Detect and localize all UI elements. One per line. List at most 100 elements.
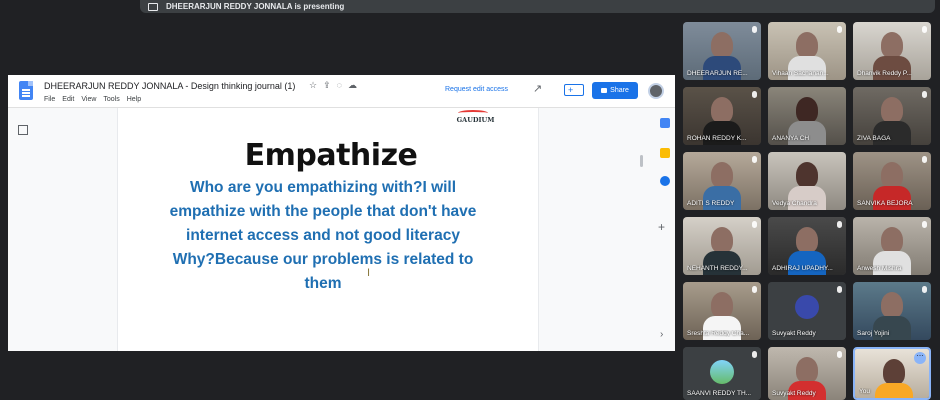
menu-edit[interactable]: Edit (62, 96, 74, 103)
mic-off-icon (922, 26, 927, 33)
text-cursor-icon: I (367, 267, 371, 279)
participant-tile[interactable]: ADHIRAJ UPADHY... (768, 217, 846, 275)
outline-icon[interactable] (18, 125, 28, 135)
participant-figure (711, 292, 733, 318)
mic-off-icon (922, 156, 927, 163)
participant-figure (881, 292, 903, 318)
more-options-icon[interactable]: ⋯ (914, 352, 926, 364)
present-screen-icon (148, 2, 158, 11)
mic-off-icon (837, 351, 842, 358)
participant-tile[interactable]: Anwesh Mishra (853, 217, 931, 275)
participant-tile[interactable]: Suvyakt Reddy (768, 347, 846, 400)
participant-figure (796, 32, 818, 58)
participant-name: SAANVI REDDY TH... (687, 390, 752, 397)
participant-figure (711, 227, 733, 253)
participant-name: SANVIKA BEJORA (857, 200, 913, 207)
participant-tile[interactable]: SAANVI REDDY TH... (683, 347, 761, 400)
participant-name: ADHIRAJ UPADHY... (772, 265, 833, 272)
participant-name: ZIVA BAGA (857, 135, 891, 142)
participant-tile[interactable]: ADITI S REDDY (683, 152, 761, 210)
activity-trend-icon[interactable]: ↗ (533, 82, 542, 95)
participant-name: ADITI S REDDY (687, 200, 735, 207)
participant-tile[interactable]: ZIVA BAGA (853, 87, 931, 145)
participant-name: Saroj Yojini (857, 330, 890, 337)
participant-name: DHEERARJUN RE... (687, 70, 748, 77)
participant-tile[interactable]: Vihaan Sachanan... (768, 22, 846, 80)
add-comment-button[interactable]: + (564, 84, 584, 96)
keep-icon[interactable] (660, 148, 670, 158)
calendar-icon[interactable] (660, 118, 670, 128)
title-icons: ☆ ⇪ ◌ ☁ (309, 80, 357, 91)
mic-off-icon (752, 351, 757, 358)
participant-tile[interactable]: Vedya Chandra (768, 152, 846, 210)
mic-off-icon (752, 286, 757, 293)
add-addon-icon[interactable]: + (658, 220, 665, 234)
participant-tile[interactable]: Suvyakt Reddy (768, 282, 846, 340)
menu-file[interactable]: File (44, 96, 55, 103)
participant-name: NEHANTH REDDY... (687, 265, 748, 272)
participant-figure (881, 97, 903, 123)
participant-name: Dhanvik Reddy P... (857, 70, 912, 77)
presenting-banner[interactable]: DHEERARJUN REDDY JONNALA is presenting (140, 0, 935, 13)
participant-figure (796, 97, 818, 123)
participant-avatar (710, 360, 734, 384)
participant-figure (711, 162, 733, 188)
menu-tools[interactable]: Tools (103, 96, 119, 103)
participant-name: Vedya Chandra (772, 200, 817, 207)
participant-figure (881, 162, 903, 188)
participant-figure (881, 32, 903, 58)
participant-avatar (795, 295, 819, 319)
participant-name: Vihaan Sachanan... (772, 70, 829, 77)
tasks-icon[interactable] (660, 176, 670, 186)
participant-name: ANANYA CH (772, 135, 810, 142)
status-icon[interactable]: ◌ (337, 80, 342, 91)
participant-tile[interactable]: Dhanvik Reddy P... (853, 22, 931, 80)
menu-help[interactable]: Help (127, 96, 141, 103)
participant-tile[interactable]: SANVIKA BEJORA (853, 152, 931, 210)
menu-bar: File Edit View Tools Help (44, 96, 141, 103)
mic-off-icon (922, 286, 927, 293)
account-avatar[interactable] (648, 83, 664, 99)
participant-name: Sreshta Reddy Cha... (687, 330, 750, 337)
mic-off-icon (837, 221, 842, 228)
menu-view[interactable]: View (81, 96, 96, 103)
docs-logo-icon[interactable] (19, 81, 33, 100)
participant-tile[interactable]: Saroj Yojini (853, 282, 931, 340)
mic-off-icon (837, 286, 842, 293)
participant-name: ROHAN REDDY K... (687, 135, 747, 142)
share-button[interactable]: Share (592, 82, 638, 99)
doc-title[interactable]: DHEERARJUN REDDY JONNALA - Design thinki… (44, 81, 295, 91)
participant-name: Suvyakt Reddy (772, 330, 816, 337)
doc-body-text: Who are you empathizing with?I will empa… (169, 179, 477, 292)
participant-figure (881, 227, 903, 253)
lock-icon (601, 88, 608, 93)
participant-tile[interactable]: Sreshta Reddy Cha... (683, 282, 761, 340)
shared-screen: DHEERARJUN REDDY JONNALA - Design thinki… (8, 75, 675, 351)
participant-figure (796, 357, 818, 383)
chevron-right-icon[interactable]: › (660, 329, 663, 340)
mic-off-icon (837, 26, 842, 33)
cloud-icon[interactable]: ☁ (348, 80, 357, 91)
participant-figure (796, 162, 818, 188)
request-edit-access-button[interactable]: Request edit access (445, 86, 508, 93)
doc-heading: Empathize (244, 138, 418, 173)
participant-figure (711, 97, 733, 123)
participant-tile[interactable]: DHEERARJUN RE... (683, 22, 761, 80)
participant-figure (796, 227, 818, 253)
participant-name: You (859, 388, 870, 395)
self-tile[interactable]: ⋯ You (853, 347, 931, 400)
move-icon[interactable]: ⇪ (323, 80, 331, 91)
logo-name: GAUDIUM (456, 116, 495, 124)
mic-off-icon (752, 26, 757, 33)
scrollbar-thumb[interactable] (640, 155, 643, 167)
star-icon[interactable]: ☆ (309, 80, 317, 91)
mic-off-icon (752, 221, 757, 228)
participant-tile[interactable]: ANANYA CH (768, 87, 846, 145)
participant-name: Suvyakt Reddy (772, 390, 816, 397)
participant-tile[interactable]: NEHANTH REDDY... (683, 217, 761, 275)
school-logo: GAUDIUM (448, 110, 503, 134)
mic-off-icon (752, 91, 757, 98)
participant-tile[interactable]: ROHAN REDDY K... (683, 87, 761, 145)
presenting-label: DHEERARJUN REDDY JONNALA is presenting (166, 2, 345, 11)
mic-off-icon (922, 221, 927, 228)
